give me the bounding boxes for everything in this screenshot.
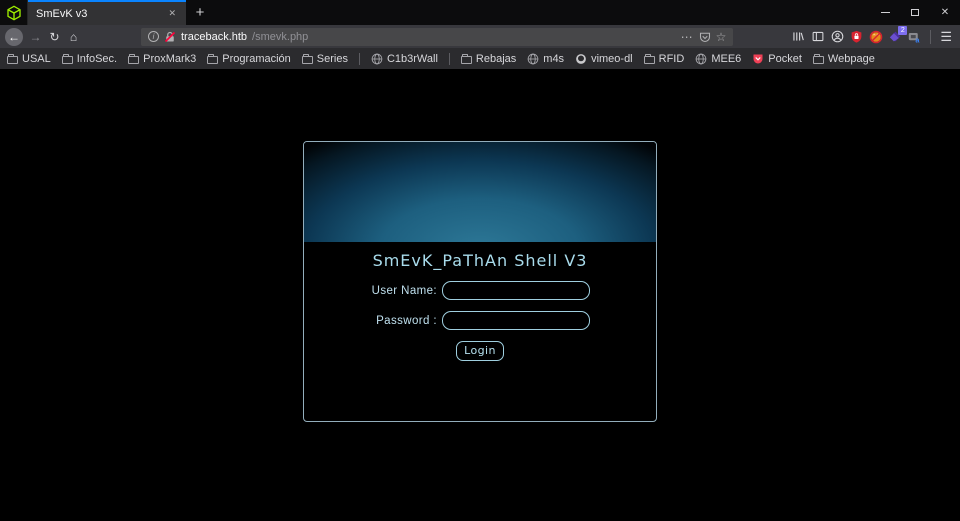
account-icon[interactable]	[831, 30, 844, 43]
toolbar-separator	[930, 29, 932, 44]
folder-icon	[61, 53, 73, 64]
login-button[interactable]: Login	[456, 341, 504, 361]
close-button[interactable]: ✕	[930, 0, 960, 25]
bookmark-pocket[interactable]: Pocket	[752, 53, 802, 65]
purple-extension-icon[interactable]: 2	[889, 26, 908, 43]
folder-icon	[301, 53, 313, 64]
htb-cube-icon	[6, 5, 22, 21]
globe-icon	[371, 53, 383, 65]
shell-login-panel: SmEvK_PaThAn Shell V3 User Name: Passwor…	[303, 141, 657, 422]
username-row: User Name:	[304, 281, 656, 300]
bookmark-folder-series[interactable]: Series	[301, 53, 348, 65]
bookmark-mee6[interactable]: MEE6	[695, 53, 741, 65]
minimize-icon	[880, 12, 890, 13]
login-row: Login	[304, 341, 656, 361]
bookmarks-toolbar: USAL InfoSec. ProxMark3 Programación Ser…	[0, 48, 960, 69]
site-info-icon[interactable]: i	[148, 31, 159, 42]
home-button[interactable]: ⌂	[64, 27, 83, 46]
extension-badge-count: 2	[898, 26, 908, 35]
minimize-button[interactable]	[870, 0, 900, 25]
window-controls: ✕	[870, 0, 960, 25]
pocket-favicon	[752, 53, 764, 65]
username-input[interactable]	[442, 281, 590, 300]
foxyproxy-disabled-icon[interactable]	[869, 30, 883, 44]
globe-icon	[527, 53, 539, 65]
page-actions-icon[interactable]: ⋯	[681, 30, 694, 44]
shell-header-image	[304, 142, 656, 242]
tab-close-icon[interactable]: ✕	[166, 7, 178, 20]
maximize-button[interactable]	[900, 0, 930, 25]
bookmark-m4s[interactable]: m4s	[527, 53, 564, 65]
forward-button[interactable]: →	[26, 27, 45, 46]
insecure-lock-icon[interactable]	[164, 31, 176, 43]
folder-icon	[7, 53, 18, 64]
tab-title: SmEvK v3	[36, 7, 88, 20]
folder-icon	[460, 53, 472, 64]
url-host: traceback.htb	[181, 30, 248, 43]
bookmark-folder-programacion[interactable]: Programación	[207, 53, 291, 65]
bookmark-folder-rebajas[interactable]: Rebajas	[460, 53, 516, 65]
svg-text:a: a	[916, 35, 921, 43]
shell-title: SmEvK_PaThAn Shell V3	[372, 251, 588, 270]
bookmark-separator	[448, 52, 450, 65]
url-bar[interactable]: i traceback.htb/smevk.php ⋯ ☆	[141, 27, 734, 46]
bookmark-folder-webpage[interactable]: Webpage	[812, 53, 875, 65]
password-input[interactable]	[442, 311, 590, 330]
pinned-tab-hackthebox[interactable]	[0, 0, 28, 25]
translate-extension-icon[interactable]: a	[908, 31, 921, 43]
bookmark-folder-usal[interactable]: USAL	[7, 53, 51, 65]
toolbar-extensions: 2 a ☰	[791, 26, 955, 45]
password-label: Password :	[376, 314, 437, 327]
username-label: User Name:	[371, 284, 437, 297]
tab-smevk[interactable]: SmEvK v3 ✕	[28, 0, 186, 25]
back-button[interactable]: ←	[5, 27, 23, 46]
ublock-shield-icon[interactable]	[850, 30, 863, 43]
bookmark-folder-proxmark3[interactable]: ProxMark3	[128, 53, 196, 65]
titlebar-drag-area	[214, 0, 870, 25]
password-row: Password :	[304, 311, 656, 330]
github-icon	[575, 53, 587, 65]
folder-icon	[643, 53, 655, 64]
browser-window: SmEvK v3 ✕ + ✕ ← → ↻ ⌂ i traceback.htb /…	[0, 0, 960, 521]
reload-button[interactable]: ↻	[45, 27, 64, 46]
page-content: SmEvK_PaThAn Shell V3 User Name: Passwor…	[0, 69, 960, 521]
library-icon[interactable]	[791, 30, 805, 43]
bookmark-c1b3rwall[interactable]: C1b3rWall	[371, 53, 438, 65]
bookmark-separator	[358, 52, 360, 65]
folder-icon	[812, 53, 824, 64]
bookmark-folder-infosec[interactable]: InfoSec.	[61, 53, 117, 65]
folder-icon	[207, 53, 219, 64]
close-icon: ✕	[940, 7, 950, 18]
title-bar: SmEvK v3 ✕ + ✕	[0, 0, 960, 25]
globe-icon	[695, 53, 707, 65]
new-tab-button[interactable]: +	[186, 0, 214, 25]
url-path: /smevk.php	[252, 30, 309, 43]
bookmark-vimeo-dl[interactable]: vimeo-dl	[575, 53, 633, 65]
bookmark-folder-rfid[interactable]: RFID	[643, 53, 684, 65]
bookmark-star-icon[interactable]: ☆	[716, 30, 727, 44]
pocket-save-icon[interactable]	[699, 31, 711, 43]
navigation-toolbar: ← → ↻ ⌂ i traceback.htb/smevk.php ⋯ ☆ 2 …	[0, 25, 960, 48]
folder-icon	[128, 53, 140, 64]
sidebar-toggle-icon[interactable]	[811, 30, 825, 43]
maximize-icon	[911, 9, 919, 16]
menu-icon[interactable]: ☰	[940, 29, 952, 45]
